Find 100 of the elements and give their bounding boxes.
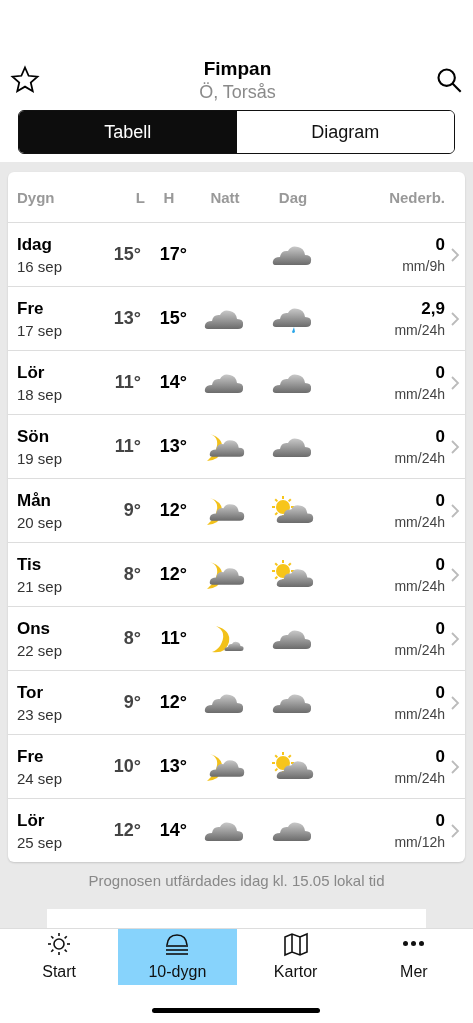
precipitation-unit: mm/24h xyxy=(394,642,445,658)
high-temperature: 14° xyxy=(158,820,188,841)
high-temperature: 13° xyxy=(158,436,188,457)
low-temperature: 10° xyxy=(112,756,142,777)
precipitation-value: 0 xyxy=(435,683,445,703)
low-temperature: 15° xyxy=(112,244,142,265)
low-temperature: 11° xyxy=(113,436,142,457)
issued-note: Prognosen utfärdades idag kl. 15.05 lokal tid xyxy=(87,872,386,889)
low-temperature: 9° xyxy=(122,692,142,713)
high-temperature: 13° xyxy=(158,756,188,777)
chevron-icon xyxy=(450,630,460,647)
forecast-row[interactable]: Sön 19 sep 11° 13° 0 mm/24h xyxy=(8,415,465,479)
chevron-icon xyxy=(450,758,460,775)
chevron-icon xyxy=(450,566,460,583)
date-label: 22 sep xyxy=(17,641,64,659)
forecast-row[interactable]: Lör 25 sep 12° 14° 0 mm/12h xyxy=(8,799,465,862)
date-label: 19 sep xyxy=(17,449,64,467)
date-label: 23 sep xyxy=(17,705,64,723)
low-temperature: 9° xyxy=(122,500,142,521)
column-header: Dygn xyxy=(17,188,56,206)
precipitation-unit: mm/12h xyxy=(394,834,445,850)
map-icon xyxy=(282,931,309,957)
forecast-row[interactable]: Tis 21 sep 8° 12° 0 mm/24h xyxy=(8,543,465,607)
column-header: Dag xyxy=(277,188,309,206)
high-temperature: 14° xyxy=(158,372,188,393)
more-icon xyxy=(402,941,426,946)
cloud-icon xyxy=(164,931,191,957)
precipitation-value: 2,9 xyxy=(421,299,445,319)
sun-cloud-icon xyxy=(272,559,314,590)
chevron-icon xyxy=(450,310,460,327)
date-label: 18 sep xyxy=(17,385,64,403)
date-label: 17 sep xyxy=(17,321,64,339)
column-header: L xyxy=(134,188,145,206)
chevron-icon xyxy=(450,374,460,391)
day-label: Mån xyxy=(17,490,52,511)
forecast-row[interactable]: Mån 20 sep 9° 12° 0 mm/24h xyxy=(8,479,465,543)
precipitation-value: 0 xyxy=(435,619,445,639)
chevron-icon xyxy=(450,822,460,839)
forecast-row[interactable]: Tor 23 sep 9° 12° 0 mm/24h xyxy=(8,671,465,735)
date-label: 21 sep xyxy=(17,577,64,595)
column-header: H xyxy=(162,188,176,206)
precipitation-unit: mm/24h xyxy=(394,450,445,466)
location-subtitle: Ö, Torsås xyxy=(199,81,276,103)
chevron-icon xyxy=(450,438,460,455)
day-label: Fre xyxy=(17,746,45,767)
high-temperature: 11° xyxy=(159,628,188,649)
precipitation-value: 0 xyxy=(435,235,445,255)
high-temperature: 12° xyxy=(158,500,188,521)
precipitation-unit: mm/24h xyxy=(394,322,445,338)
precipitation-value: 0 xyxy=(435,555,445,575)
precipitation-value: 0 xyxy=(435,363,445,383)
forecast-row[interactable]: Idag 16 sep 15° 17° 0 mm/9h xyxy=(8,223,465,287)
segment-tab[interactable]: Tabell xyxy=(19,111,237,153)
forecast-row[interactable]: Fre 17 sep 13° 15° 2,9 mm/24h xyxy=(8,287,465,351)
date-label: 25 sep xyxy=(17,833,64,851)
sun-icon xyxy=(46,931,73,957)
precipitation-value: 0 xyxy=(435,427,445,447)
tab-bar-item[interactable]: 10-dygn xyxy=(118,929,237,985)
high-temperature: 12° xyxy=(158,564,188,585)
precipitation-unit: mm/24h xyxy=(394,514,445,530)
day-label: Lör xyxy=(17,362,46,383)
column-header: Nederb. xyxy=(388,188,445,206)
location-title: Fimpan xyxy=(203,57,272,80)
precipitation-unit: mm/24h xyxy=(394,770,445,786)
chevron-icon xyxy=(450,694,460,711)
precipitation-value: 0 xyxy=(435,491,445,511)
date-label: 20 sep xyxy=(17,513,64,531)
precipitation-unit: mm/24h xyxy=(394,386,445,402)
search-icon[interactable] xyxy=(435,66,463,94)
chevron-icon xyxy=(450,246,460,263)
precipitation-unit: mm/24h xyxy=(394,706,445,722)
date-label: 16 sep xyxy=(17,257,64,275)
day-label: Tis xyxy=(17,554,43,575)
high-temperature: 12° xyxy=(158,692,188,713)
precipitation-value: 0 xyxy=(435,811,445,831)
day-label: Sön xyxy=(17,426,51,447)
column-header: Natt xyxy=(209,188,241,206)
precipitation-unit: mm/24h xyxy=(394,578,445,594)
low-temperature: 11° xyxy=(113,372,142,393)
sun-cloud-icon xyxy=(272,751,314,782)
precipitation-unit: mm/9h xyxy=(402,258,445,274)
forecast-row[interactable]: Fre 24 sep 10° 13° 0 mm/24h xyxy=(8,735,465,799)
day-label: Ons xyxy=(17,618,52,639)
day-label: Lör xyxy=(17,810,46,831)
day-label: Fre xyxy=(17,298,45,319)
high-temperature: 17° xyxy=(158,244,188,265)
star-icon[interactable] xyxy=(10,65,40,95)
day-label: Idag xyxy=(17,234,53,255)
low-temperature: 8° xyxy=(122,564,142,585)
low-temperature: 12° xyxy=(112,820,142,841)
day-label: Tor xyxy=(17,682,45,703)
low-temperature: 13° xyxy=(112,308,142,329)
chevron-icon xyxy=(450,502,460,519)
forecast-row[interactable]: Lör 18 sep 11° 14° 0 mm/24h xyxy=(8,351,465,415)
high-temperature: 15° xyxy=(158,308,188,329)
date-label: 24 sep xyxy=(17,769,64,787)
precipitation-value: 0 xyxy=(435,747,445,767)
low-temperature: 8° xyxy=(122,628,142,649)
forecast-row[interactable]: Ons 22 sep 8° 11° 0 mm/24h xyxy=(8,607,465,671)
sun-cloud-icon xyxy=(272,495,314,526)
